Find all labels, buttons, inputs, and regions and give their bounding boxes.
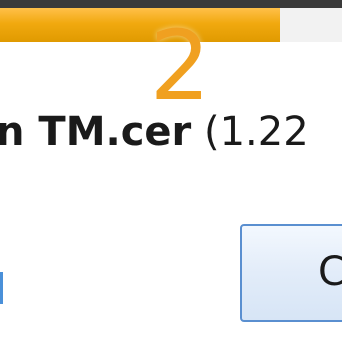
file-size: (1.22	[203, 109, 309, 155]
window-top-border	[0, 0, 342, 8]
download-dialog: 2 n TM.cer (1.22 C	[0, 0, 342, 344]
cancel-button-label: C	[318, 248, 342, 296]
file-status-line: n TM.cer (1.22	[0, 108, 309, 156]
focus-indicator	[0, 272, 3, 304]
cancel-button[interactable]: C	[240, 224, 342, 322]
file-name: n TM.cer	[0, 109, 192, 155]
step-number: 2	[149, 10, 211, 122]
